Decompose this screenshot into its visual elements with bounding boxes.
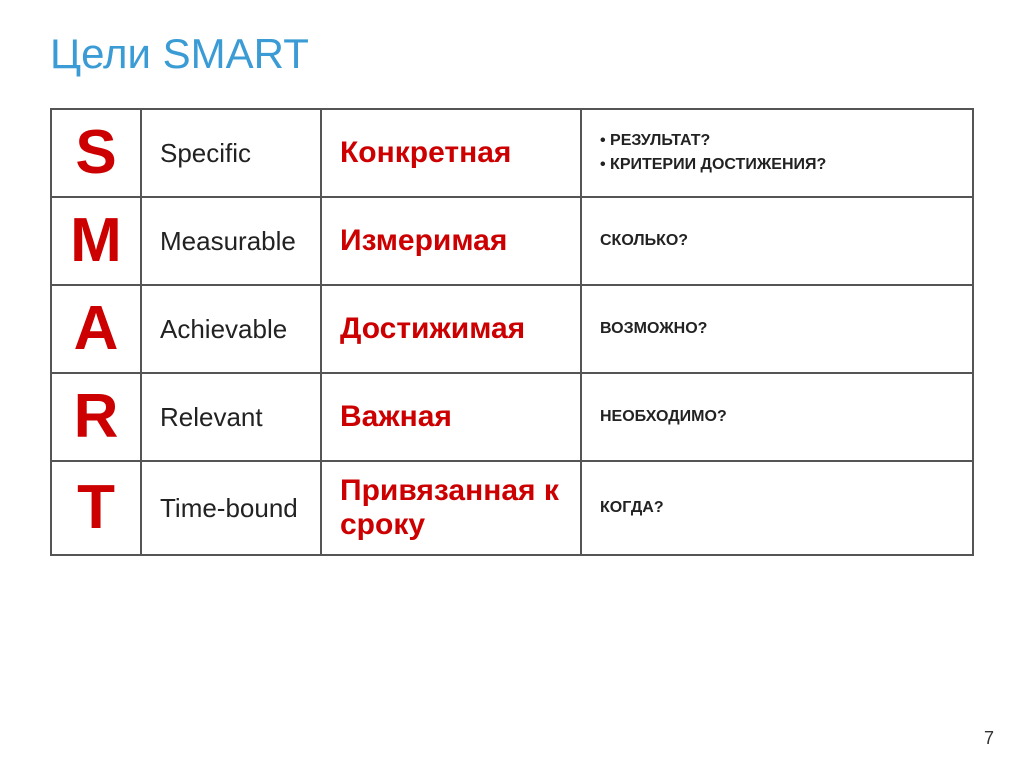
page: Цели SMART SSpecificКонкретная• РЕЗУЛЬТА… [0, 0, 1024, 767]
english-word: Specific [141, 109, 321, 197]
english-word: Measurable [141, 197, 321, 285]
english-word: Achievable [141, 285, 321, 373]
table-row: SSpecificКонкретная• РЕЗУЛЬТАТ?• КРИТЕРИ… [51, 109, 973, 197]
table-row: MMeasurableИзмеримаяСКОЛЬКО? [51, 197, 973, 285]
english-word: Relevant [141, 373, 321, 461]
description: НЕОБХОДИМО? [581, 373, 973, 461]
russian-word: Достижимая [321, 285, 581, 373]
russian-word: Важная [321, 373, 581, 461]
smart-letter: M [51, 197, 141, 285]
smart-letter: A [51, 285, 141, 373]
english-word: Time-bound [141, 461, 321, 555]
smart-letter: R [51, 373, 141, 461]
page-number: 7 [984, 728, 994, 749]
russian-word: Привязанная к сроку [321, 461, 581, 555]
description: СКОЛЬКО? [581, 197, 973, 285]
description: • РЕЗУЛЬТАТ?• КРИТЕРИИ ДОСТИЖЕНИЯ? [581, 109, 973, 197]
smart-table: SSpecificКонкретная• РЕЗУЛЬТАТ?• КРИТЕРИ… [50, 108, 974, 556]
russian-word: Конкретная [321, 109, 581, 197]
table-row: RRelevantВажнаяНЕОБХОДИМО? [51, 373, 973, 461]
description: КОГДА? [581, 461, 973, 555]
table-row: AAchievableДостижимаяВОЗМОЖНО? [51, 285, 973, 373]
description: ВОЗМОЖНО? [581, 285, 973, 373]
smart-letter: S [51, 109, 141, 197]
page-title: Цели SMART [50, 30, 974, 78]
smart-letter: T [51, 461, 141, 555]
russian-word: Измеримая [321, 197, 581, 285]
table-row: TTime-boundПривязанная к срокуКОГДА? [51, 461, 973, 555]
